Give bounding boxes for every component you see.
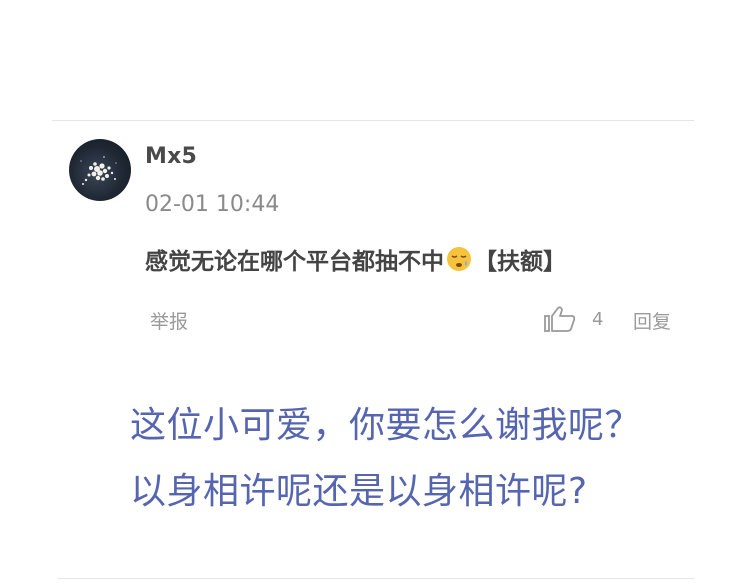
flower-avatar-image bbox=[80, 156, 117, 185]
top-divider bbox=[52, 120, 694, 121]
caption-line-2: 以身相许呢还是以身相许呢? bbox=[130, 471, 588, 512]
caption-line-1: 这位小可爱，你要怎么谢我呢？ bbox=[130, 405, 642, 446]
comment-timestamp: 02-01 10:44 bbox=[145, 192, 280, 217]
comment-text-tail: 【扶额】 bbox=[474, 249, 566, 275]
avatar[interactable] bbox=[69, 139, 131, 201]
sleepy-face-emoji-icon bbox=[446, 246, 472, 272]
like-count: 4 bbox=[592, 309, 604, 330]
report-button[interactable]: 举报 bbox=[150, 307, 188, 334]
thumbs-up-icon[interactable] bbox=[543, 305, 577, 333]
comment-text-main: 感觉无论在哪个平台都抽不中 bbox=[145, 249, 444, 275]
bottom-divider bbox=[58, 578, 694, 579]
username[interactable]: Mx5 bbox=[145, 144, 197, 169]
reply-button[interactable]: 回复 bbox=[633, 307, 671, 334]
comment-text: 感觉无论在哪个平台都抽不中 【扶额】 bbox=[145, 242, 566, 276]
